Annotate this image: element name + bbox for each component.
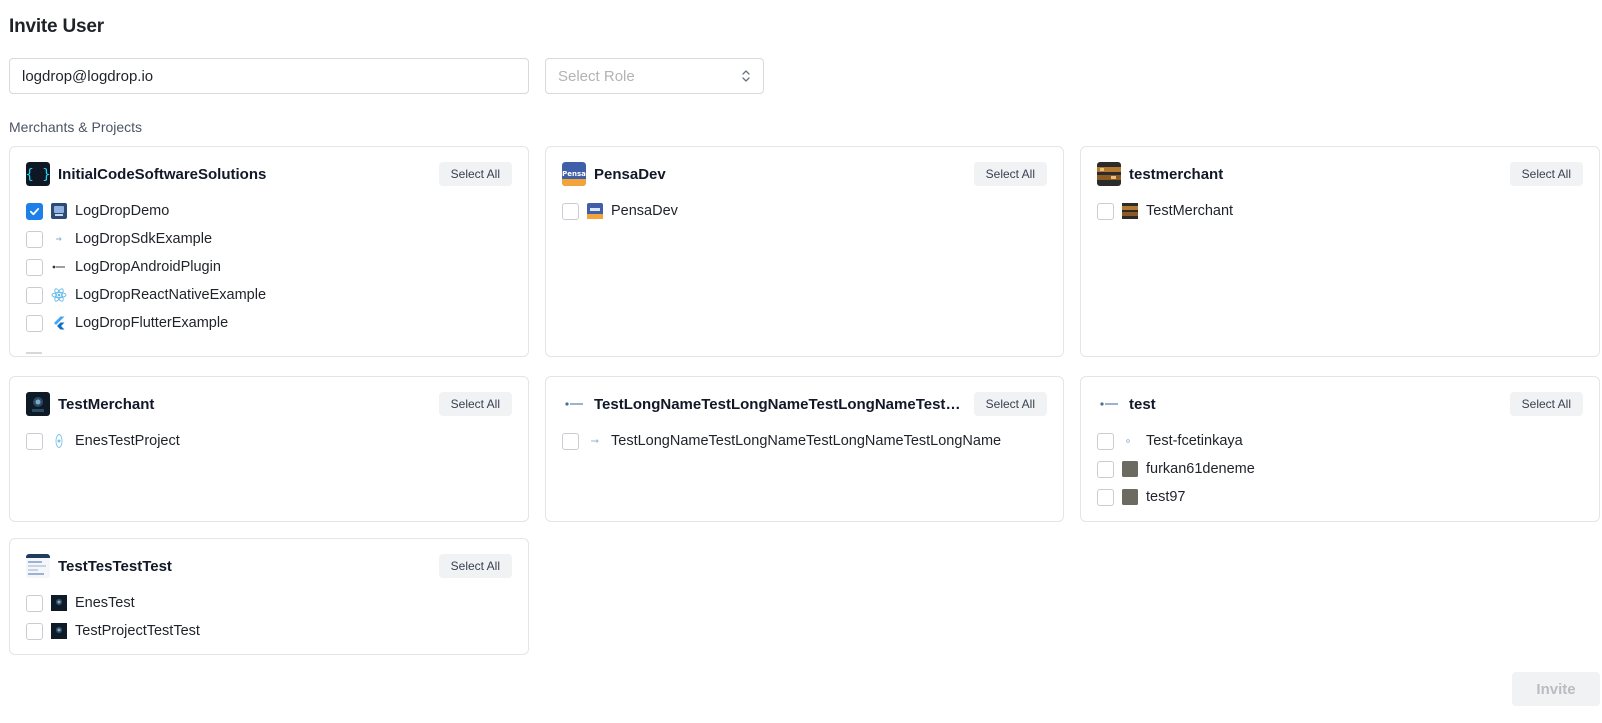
project-row[interactable]: TestLongNameTestLongNameTestLongNameTest… <box>562 427 1047 455</box>
project-name: LogDropFlutterExample <box>75 315 229 331</box>
merchant-name: TestMerchant <box>58 395 155 413</box>
project-row[interactable]: EnesTest <box>26 589 512 617</box>
merchant-card: Pensa PensaDev Select All PensaDev <box>545 146 1064 357</box>
merchant-card: test Select All Test-fcetinkaya furkan61… <box>1080 376 1600 522</box>
logdrop-text-icon <box>52 265 65 269</box>
logdrop-text-icon <box>1097 392 1121 416</box>
project-name: TestLongNameTestLongNameTestLongNameTest… <box>611 433 1002 449</box>
project-row[interactable]: LogDropReactNativeExample <box>26 281 512 309</box>
project-name: test97 <box>1146 489 1186 505</box>
merchant-card: TestLongNameTestLongNameTestLongNameTest… <box>545 376 1064 522</box>
project-name: EnesTest <box>75 595 135 611</box>
project-name: furkan61deneme <box>1146 461 1255 477</box>
project-row[interactable]: LogDropFlutterExample <box>26 309 512 337</box>
logdrop-demo-icon <box>51 203 67 219</box>
arrow-small-icon <box>56 237 62 241</box>
project-name: LogDropSdkExample <box>75 231 213 247</box>
project-row[interactable]: test97 <box>1097 483 1583 511</box>
screenshot-thumbnail-icon <box>26 554 50 578</box>
pensa-logo-icon <box>587 203 603 219</box>
invite-button[interactable]: Invite <box>1512 672 1600 706</box>
project-name: PensaDev <box>611 203 678 219</box>
svg-text:{ }: { } <box>26 167 50 183</box>
dark-portrait-icon <box>51 623 67 639</box>
merchant-name: InitialCodeSoftwareSolutions <box>58 165 267 183</box>
role-select-placeholder: Select Role <box>558 67 635 85</box>
dot-icon <box>1126 439 1130 443</box>
merchant-card: testmerchant Select All TestMerchant <box>1080 146 1600 357</box>
project-row[interactable]: LogDropSdkExample <box>26 225 512 253</box>
project-name: TestMerchant <box>1146 203 1234 219</box>
email-field[interactable] <box>9 58 529 94</box>
project-checkbox[interactable] <box>562 202 579 220</box>
select-all-button[interactable]: Select All <box>438 554 512 578</box>
flutter-icon <box>54 316 65 330</box>
react-icon <box>55 434 63 448</box>
logdrop-text-icon <box>562 392 586 416</box>
merchant-card: TestTesTestTest Select All EnesTest Test… <box>9 538 529 655</box>
merchant-name: test <box>1129 395 1156 413</box>
project-checkbox[interactable] <box>26 230 43 248</box>
project-row[interactable]: LogDropAndroidPlugin <box>26 253 512 281</box>
project-checkbox[interactable] <box>26 594 43 612</box>
curly-braces-icon: { } <box>26 162 50 186</box>
merchant-card: { } InitialCodeSoftwareSolutions Select … <box>9 146 529 357</box>
merchant-card: TestMerchant Select All EnesTestProject <box>9 376 529 522</box>
project-name: EnesTestProject <box>75 433 180 449</box>
select-all-button[interactable]: Select All <box>973 162 1047 186</box>
project-name: TestProjectTestTest <box>75 623 200 639</box>
pensa-logo-icon: Pensa <box>562 162 586 186</box>
project-checkbox[interactable] <box>26 258 43 276</box>
project-checkbox[interactable] <box>26 286 43 304</box>
select-all-button[interactable]: Select All <box>438 392 512 416</box>
gray-square-icon <box>1122 461 1138 477</box>
merchant-name: testmerchant <box>1129 165 1224 183</box>
merchant-name: TestTesTestTest <box>58 557 172 575</box>
project-row[interactable]: TestProjectTestTest <box>26 617 512 645</box>
photo-thumbnail-icon <box>1122 203 1138 219</box>
select-all-button[interactable]: Select All <box>438 162 512 186</box>
svg-text:Pensa: Pensa <box>562 170 586 178</box>
project-checkbox[interactable] <box>1097 460 1114 478</box>
select-all-button[interactable]: Select All <box>1509 162 1583 186</box>
project-row[interactable]: TestMerchant <box>1097 197 1583 225</box>
arrow-small-icon <box>591 439 599 443</box>
check-icon <box>29 207 40 215</box>
chevron-up-down-icon <box>742 70 750 82</box>
photo-thumbnail-icon <box>1097 162 1121 186</box>
merchant-name: PensaDev <box>594 165 666 183</box>
select-all-button[interactable]: Select All <box>973 392 1047 416</box>
project-name: LogDropReactNativeExample <box>75 287 267 303</box>
scroll-overflow-indicator <box>26 341 512 354</box>
project-row[interactable]: PensaDev <box>562 197 1047 225</box>
project-name: Test-fcetinkaya <box>1146 433 1243 449</box>
react-icon <box>51 288 67 302</box>
dark-portrait-icon <box>26 392 50 416</box>
project-checkbox[interactable] <box>1097 488 1114 506</box>
project-row[interactable]: EnesTestProject <box>26 427 512 455</box>
page-title: Invite User <box>9 16 104 37</box>
project-checkbox[interactable] <box>26 202 43 220</box>
project-row[interactable]: furkan61deneme <box>1097 455 1583 483</box>
gray-square-icon <box>1122 489 1138 505</box>
role-select[interactable]: Select Role <box>545 58 764 94</box>
project-name: LogDropDemo <box>75 203 170 219</box>
project-checkbox[interactable] <box>26 622 43 640</box>
project-checkbox[interactable] <box>26 314 43 332</box>
project-checkbox[interactable] <box>26 432 43 450</box>
project-checkbox[interactable] <box>1097 432 1114 450</box>
project-checkbox[interactable] <box>1097 202 1114 220</box>
project-name: LogDropAndroidPlugin <box>75 259 221 275</box>
dark-portrait-icon <box>51 595 67 611</box>
project-row[interactable]: LogDropDemo <box>26 197 512 225</box>
select-all-button[interactable]: Select All <box>1509 392 1583 416</box>
merchant-name: TestLongNameTestLongNameTestLongNameTest… <box>594 395 966 413</box>
section-label: Merchants & Projects <box>9 119 143 135</box>
project-row[interactable]: Test-fcetinkaya <box>1097 427 1583 455</box>
project-checkbox[interactable] <box>562 432 579 450</box>
